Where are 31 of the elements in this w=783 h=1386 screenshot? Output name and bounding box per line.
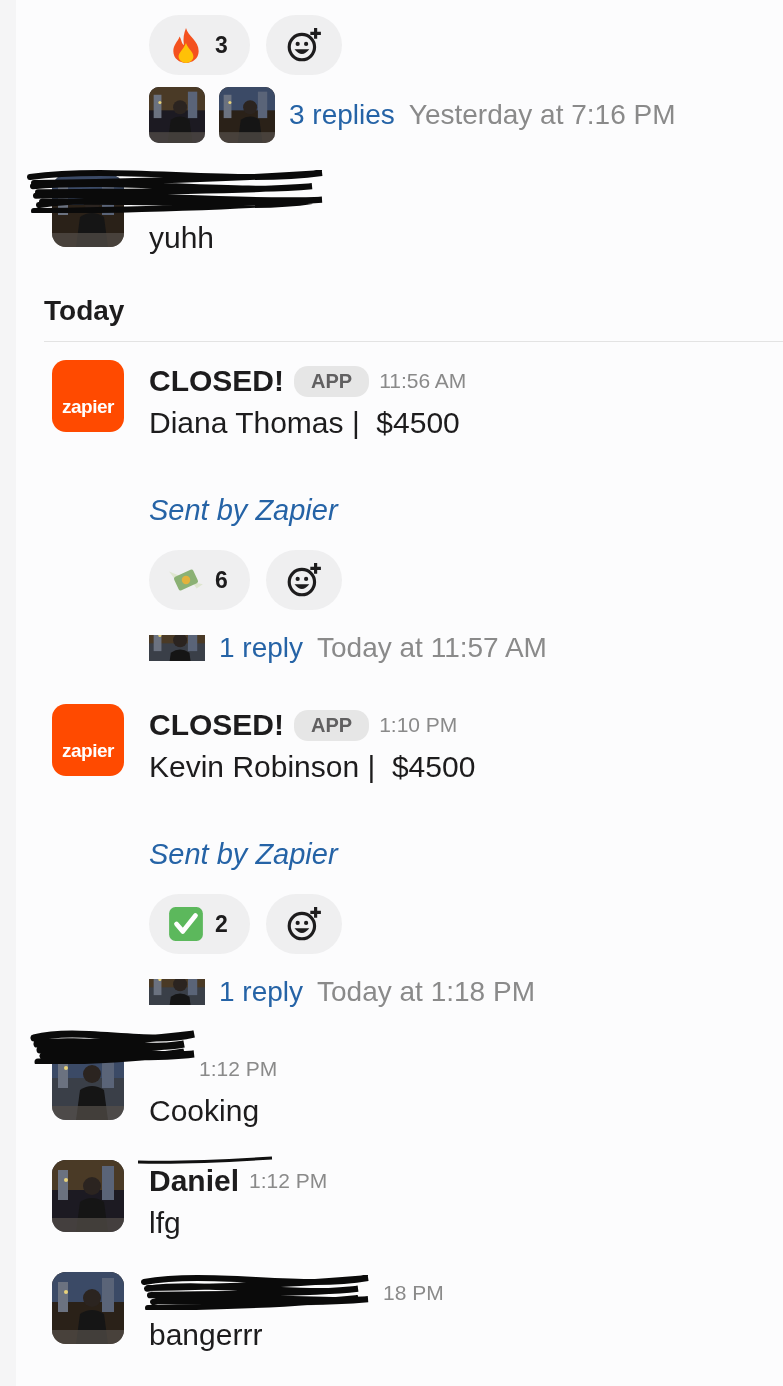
message-text: yuhh — [149, 220, 215, 256]
message-text: lfg — [149, 1205, 182, 1241]
message-time: 1:12 PM — [199, 1057, 278, 1081]
message-text: Kevin Robinson | $4500 — [149, 749, 477, 785]
message-time: 11:56 AM — [379, 369, 467, 393]
sent-by-text: Sent by Zapier — [149, 837, 340, 872]
day-label: Today — [43, 294, 125, 328]
sender-name: CLOSED! — [149, 364, 284, 398]
replies-link[interactable]: 3 replies — [289, 99, 395, 131]
thread-time: Yesterday at 7:16 PM — [408, 99, 676, 131]
sender-name: CLOSED! — [149, 708, 284, 742]
app-avatar[interactable]: zapier — [52, 704, 124, 776]
thread-time: Today at 11:57 AM — [317, 632, 547, 664]
message-time: 1:12 PM — [249, 1169, 328, 1193]
message-time: 18 PM — [383, 1281, 444, 1305]
message-text: Diana Thomas | $4500 — [149, 405, 461, 441]
message-time: 1:10 PM — [379, 713, 458, 737]
sent-by-text: Sent by Zapier — [149, 493, 340, 528]
app-tag: APP — [294, 365, 370, 397]
replies-link[interactable]: 1 reply — [219, 976, 304, 1008]
replies-link[interactable]: 1 reply — [219, 632, 304, 664]
sender-name: Daniel — [149, 1164, 240, 1198]
reaction-button[interactable]: 6 — [149, 550, 250, 610]
reaction-button[interactable]: 2 — [149, 894, 250, 954]
check-icon — [167, 905, 205, 943]
reaction-button[interactable]: 3 — [149, 15, 250, 75]
app-tag: APP — [294, 709, 370, 741]
app-avatar[interactable]: zapier — [52, 360, 124, 432]
thread-time: Today at 1:18 PM — [317, 976, 535, 1008]
message-text: Cooking — [149, 1093, 261, 1129]
message-text: bangerrr — [149, 1317, 264, 1353]
